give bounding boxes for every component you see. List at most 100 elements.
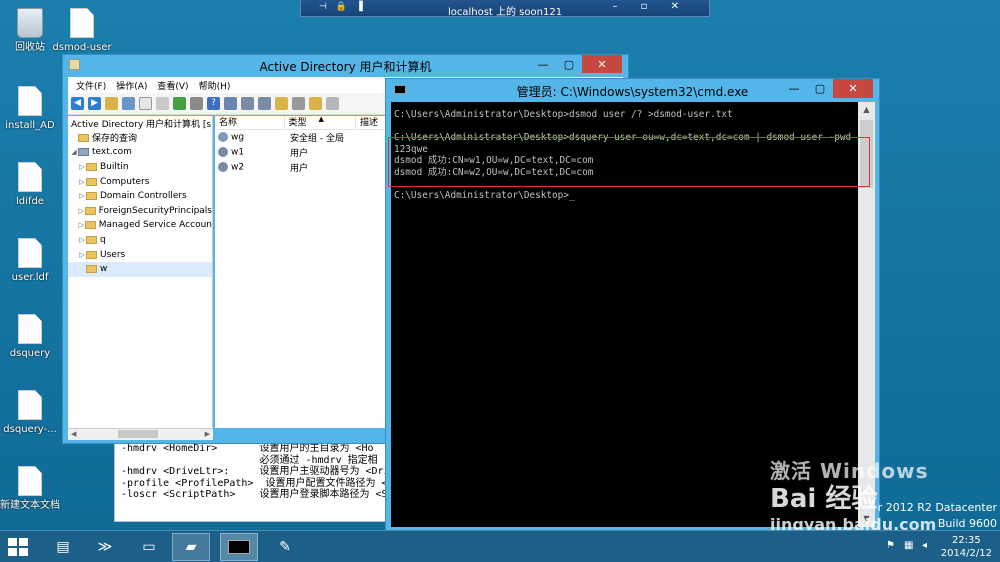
network-icon[interactable]: ▦ [904,540,916,552]
desktop-icon-dsquery-2[interactable]: dsquery-... [0,390,60,436]
console-line: C:\Users\Administrator\Desktop>dsmod use… [394,109,733,120]
folder-icon [84,221,96,230]
folder-icon [86,192,97,201]
tree-item-domain[interactable]: ◢ text.com [68,145,212,160]
expand-arrow-icon[interactable]: ◢ [70,148,78,156]
expand-arrow-icon[interactable]: ▷ [78,251,86,259]
text-file-icon [18,86,42,116]
scroll-right-arrow-icon[interactable]: ▶ [205,430,210,438]
start-button[interactable] [8,538,28,556]
export-icon[interactable] [190,97,203,110]
show-tree-icon[interactable] [122,97,135,110]
powershell-icon[interactable]: ≫ [86,533,124,561]
text-file-icon [18,314,42,344]
ad-title-bar[interactable]: Active Directory 用户和计算机 — ▢ ✕ [63,55,628,75]
refresh-icon[interactable] [173,97,186,110]
tree-item-computers[interactable]: ▷ Computers [68,174,212,189]
console-line: 必须通过 -hmdrv 指定相 [121,454,378,466]
forward-arrow-icon[interactable]: ▶ [88,97,101,110]
tree-item-label: 保存的查询 [92,134,138,145]
action-center-flag-icon[interactable]: ⚑ [886,540,898,552]
new-user-icon[interactable] [241,97,254,110]
desktop-icon-install-ad[interactable]: install_AD [0,86,60,132]
list-item[interactable]: w2 用户 [215,160,385,175]
tree-item-w-selected[interactable]: w [68,261,212,277]
file-explorer-icon[interactable]: ▭ [130,533,168,561]
scroll-thumb[interactable] [118,430,158,438]
minimize-button[interactable]: — [530,55,556,73]
expand-arrow-icon[interactable]: ▷ [78,236,86,244]
tree-item-domain-controllers[interactable]: ▷ Domain Controllers [68,189,212,204]
menu-action[interactable]: 操作(A) [116,79,147,92]
tree-item-saved-queries[interactable]: 保存的查询 [68,131,212,146]
tree-item-managed-service[interactable]: ▷ Managed Service Accoun [68,218,212,233]
desktop-icon-label: user.ldf [11,272,49,283]
up-folder-icon[interactable] [105,97,118,110]
scroll-up-arrow-icon[interactable]: ▲ [858,102,875,118]
expand-arrow-icon[interactable]: ▷ [78,221,85,229]
column-header-type[interactable]: 类型 ▲ [285,116,356,130]
ou-icon [86,265,97,274]
tree-item-users[interactable]: ▷ Users [68,247,212,262]
mmc-icon[interactable] [224,97,237,110]
filter-icon[interactable] [292,97,305,110]
desktop-icon-recycle-bin[interactable]: 回收站 [0,8,60,54]
tree-item-q[interactable]: ▷ q [68,233,212,248]
tree-root[interactable]: Active Directory 用户和计算机 [s [68,116,212,131]
folder-icon [84,206,96,215]
expand-arrow-icon[interactable]: ▷ [78,192,86,200]
remote-window-buttons[interactable]: – ▫ ✕ [612,1,689,12]
clock[interactable]: 22:35 2014/2/12 [941,534,992,560]
column-header-desc[interactable]: 描述 [356,116,385,130]
tree-item-foreign-security[interactable]: ▷ ForeignSecurityPrincipals [68,204,212,219]
desktop-icon-new-text-doc[interactable]: 新建文本文档 [0,466,60,512]
item-type: 用户 [290,164,309,174]
cmd-taskbar-icon[interactable] [220,533,258,561]
server-manager-icon[interactable]: ▤ [44,533,82,561]
menu-view[interactable]: 查看(V) [157,79,188,92]
cmd-title-bar[interactable]: 管理员: C:\Windows\system32\cmd.exe — ▢ ✕ [386,79,879,101]
volume-icon[interactable]: ◂ [922,540,934,552]
find-icon[interactable] [309,97,322,110]
menu-help[interactable]: 帮助(H) [199,79,231,92]
column-header-name[interactable]: 名称 [215,116,285,130]
baidu-jingyan-logo: Bai 经验 [770,484,878,514]
maximize-button[interactable]: ▢ [556,55,582,73]
desktop-icon-dsmod-user[interactable]: dsmod-user [52,8,112,54]
menu-file[interactable]: 文件(F) [76,79,106,92]
copy-icon[interactable] [139,97,152,110]
list-item[interactable]: wg 安全组 - 全局 [215,130,385,145]
desktop-icon-dsquery[interactable]: dsquery [0,314,60,360]
background-console[interactable]: -hmdrv <HomeDir> 设置用户的主目录为 <Ho 必须通过 -hmd… [114,440,389,522]
highlight-annotation-box [388,137,870,187]
tree-item-builtin[interactable]: ▷ Builtin [68,160,212,175]
desktop-icon-label: dsquery-... [3,424,57,435]
expand-arrow-icon[interactable]: ▷ [78,178,86,186]
tree-item-label: ForeignSecurityPrincipals [98,205,212,216]
desktop-icon-user-ldf[interactable]: user.ldf [0,238,60,284]
expand-arrow-icon[interactable]: ▷ [78,207,85,215]
back-arrow-icon[interactable]: ◀ [71,97,84,110]
close-button[interactable]: ✕ [833,79,873,98]
folder-icon [86,177,97,186]
properties-icon[interactable] [156,97,169,110]
ad-users-taskbar-icon[interactable]: ▰ [172,533,210,561]
folder-icon [86,163,97,172]
expand-arrow-icon[interactable]: ▷ [78,163,86,171]
new-ou-icon[interactable] [275,97,288,110]
notepad-icon[interactable]: ✎ [266,533,304,561]
minimize-button[interactable]: — [781,79,807,98]
maximize-button[interactable]: ▢ [807,79,833,98]
tree-item-label: w [100,264,108,275]
close-button[interactable]: ✕ [582,55,622,73]
os-edition-info: r 2012 R2 Datacenter Build 9600 [870,500,997,532]
new-group-icon[interactable] [258,97,271,110]
list-item[interactable]: w1 用户 [215,145,385,160]
desktop-icon-ldifde[interactable]: ldifde [0,162,60,208]
add-to-group-icon[interactable] [326,97,339,110]
scroll-left-arrow-icon[interactable]: ◀ [71,430,76,438]
help-icon[interactable]: ? [207,97,220,110]
tree-horizontal-scrollbar[interactable]: ◀ ▶ [68,428,213,440]
console-line: -loscr <ScriptPath> 设置用户登录脚本路径为 <S [121,489,388,500]
